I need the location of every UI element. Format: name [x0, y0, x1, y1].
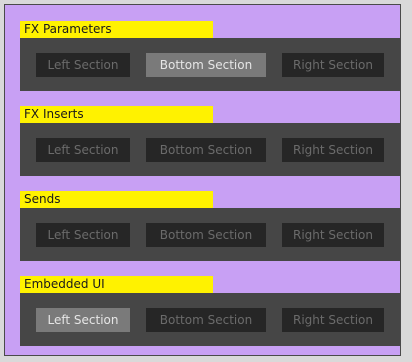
- left-section-button[interactable]: Left Section: [36, 53, 130, 77]
- section-selector-panel: Left Section Bottom Section Right Sectio…: [20, 293, 400, 346]
- bottom-section-button[interactable]: Bottom Section: [146, 138, 266, 162]
- bottom-section-button[interactable]: Bottom Section: [146, 308, 266, 332]
- group-header: FX Inserts: [20, 106, 213, 123]
- left-section-button[interactable]: Left Section: [36, 138, 130, 162]
- right-section-button[interactable]: Right Section: [282, 138, 384, 162]
- right-section-button[interactable]: Right Section: [282, 308, 384, 332]
- section-selector-panel: Left Section Bottom Section Right Sectio…: [20, 38, 400, 91]
- group-header: FX Parameters: [20, 21, 213, 38]
- bottom-section-button[interactable]: Bottom Section: [146, 53, 266, 77]
- left-section-button[interactable]: Left Section: [36, 308, 130, 332]
- bottom-section-button[interactable]: Bottom Section: [146, 223, 266, 247]
- group-header: Embedded UI: [20, 276, 213, 293]
- settings-frame: FX Parameters Left Section Bottom Sectio…: [4, 4, 401, 356]
- left-section-button[interactable]: Left Section: [36, 223, 130, 247]
- section-selector-panel: Left Section Bottom Section Right Sectio…: [20, 208, 400, 261]
- right-section-button[interactable]: Right Section: [282, 223, 384, 247]
- group-header: Sends: [20, 191, 213, 208]
- section-selector-panel: Left Section Bottom Section Right Sectio…: [20, 123, 400, 176]
- right-section-button[interactable]: Right Section: [282, 53, 384, 77]
